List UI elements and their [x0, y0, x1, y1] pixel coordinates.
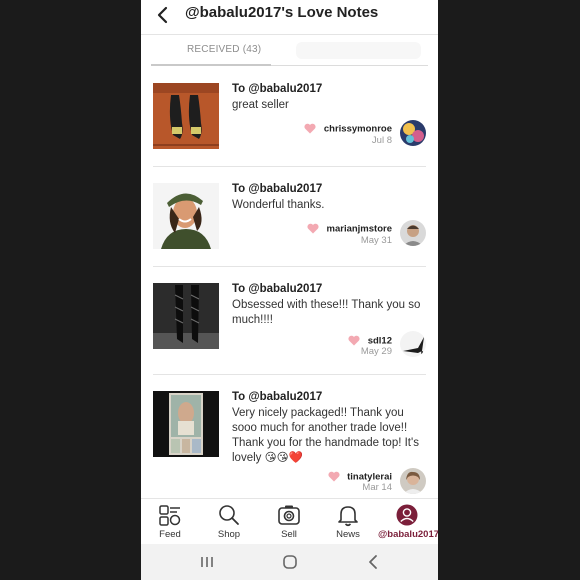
system-back-icon[interactable] — [358, 552, 388, 572]
heart-icon — [348, 335, 360, 346]
note-author[interactable]: sdl12 — [348, 332, 392, 346]
love-note: To @babalu2017 Obsessed with these!!! Th… — [153, 283, 426, 357]
note-author-username: chrissymonroe — [323, 123, 392, 135]
nav-label: Shop — [217, 529, 241, 540]
home-icon[interactable] — [275, 552, 305, 572]
note-divider — [153, 166, 426, 167]
tab-received-label: RECEIVED — [187, 44, 240, 55]
letterbox-left — [0, 0, 141, 580]
nav-profile[interactable]: @babalu2017 — [378, 499, 438, 545]
note-date: Jul 8 — [371, 135, 392, 146]
note-date: May 29 — [360, 346, 392, 357]
profile-avatar-icon — [396, 504, 418, 526]
avatar[interactable] — [400, 220, 426, 246]
phone-screen: @babalu2017's Love Notes RECEIVED (43) T… — [141, 0, 438, 580]
nav-label: @babalu2017 — [378, 529, 438, 540]
feed-icon — [159, 505, 181, 526]
note-message: Obsessed with these!!! Thank you so much… — [232, 299, 421, 326]
tab-bar: RECEIVED (43) — [141, 35, 438, 67]
tab-active-indicator — [151, 64, 271, 66]
page-title: @babalu2017's Love Notes — [185, 4, 379, 21]
note-date: Mar 14 — [362, 482, 392, 493]
avatar[interactable] — [400, 468, 426, 494]
tab-received[interactable]: RECEIVED (43) — [187, 44, 261, 55]
note-date: May 31 — [360, 235, 392, 246]
system-nav-bar — [141, 544, 438, 580]
back-arrow-icon[interactable] — [153, 3, 173, 27]
note-recipient: To @babalu2017 — [232, 391, 323, 403]
heart-icon — [328, 471, 340, 482]
nav-sell[interactable]: Sell — [260, 499, 318, 545]
avatar[interactable] — [400, 120, 426, 146]
nav-news[interactable]: News — [319, 499, 377, 545]
nav-label: Sell — [281, 529, 297, 540]
note-message: Very nicely packaged!! Thank you sooo mu… — [232, 407, 419, 464]
bottom-nav: Feed Shop Sell News @babalu2017 — [141, 498, 438, 545]
note-recipient: To @babalu2017 — [232, 283, 323, 295]
note-divider — [153, 374, 426, 375]
nav-label: Feed — [159, 529, 181, 540]
love-note: To @babalu2017 great seller chrissymonro… — [153, 83, 426, 153]
search-icon — [219, 505, 239, 525]
letterbox-right — [438, 0, 580, 580]
app-header: @babalu2017's Love Notes — [141, 0, 438, 35]
love-note: To @babalu2017 Very nicely packaged!! Th… — [153, 391, 426, 494]
note-divider — [153, 266, 426, 267]
note-recipient: To @babalu2017 — [232, 83, 323, 95]
listing-thumbnail[interactable] — [153, 83, 219, 149]
camera-icon — [278, 505, 300, 525]
nav-label: News — [336, 529, 360, 540]
nav-feed[interactable]: Feed — [141, 499, 199, 545]
bell-icon — [338, 506, 358, 527]
listing-thumbnail[interactable] — [153, 283, 219, 349]
note-author[interactable]: tinatylerai — [328, 468, 392, 482]
note-message: Wonderful thanks. — [232, 199, 325, 211]
tab-blurred[interactable] — [296, 42, 421, 59]
note-author-username: sdl12 — [367, 335, 392, 347]
listing-thumbnail[interactable] — [153, 391, 219, 457]
avatar[interactable] — [400, 331, 426, 357]
note-author-username: tinatylerai — [347, 471, 392, 483]
heart-icon — [307, 223, 319, 234]
note-message: great seller — [232, 99, 289, 111]
note-recipient: To @babalu2017 — [232, 183, 323, 195]
recent-apps-icon[interactable] — [192, 552, 222, 572]
tab-received-count: (43) — [242, 44, 262, 55]
note-author[interactable]: marianjmstore — [307, 220, 392, 234]
note-author[interactable]: chrissymonroe — [304, 120, 392, 134]
note-author-username: marianjmstore — [326, 223, 392, 235]
heart-icon — [304, 123, 316, 134]
love-note: To @babalu2017 Wonderful thanks. marianj… — [153, 183, 426, 253]
listing-thumbnail[interactable] — [153, 183, 219, 249]
nav-shop[interactable]: Shop — [200, 499, 258, 545]
